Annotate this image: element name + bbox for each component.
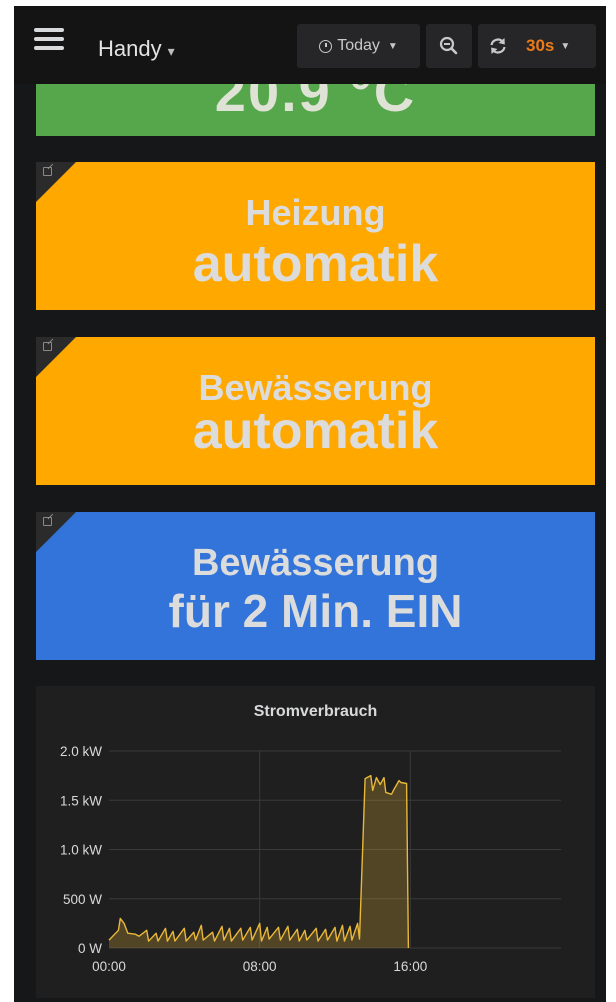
panel-value: automatik xyxy=(192,235,439,293)
irrigation-on-panel[interactable]: Bewässerung für 2 Min. EIN xyxy=(36,512,595,660)
x-tick-label: 00:00 xyxy=(92,959,126,974)
temperature-panel: 20.9 °C xyxy=(36,84,595,136)
refresh-icon[interactable] xyxy=(478,36,518,56)
heating-mode-panel[interactable]: Heizung automatik xyxy=(36,162,595,310)
panel-label: Bewässerung xyxy=(191,542,440,584)
y-tick-label: 0 W xyxy=(78,941,102,956)
time-range-picker[interactable]: Today ▼ xyxy=(297,24,420,68)
chevron-down-icon: ▼ xyxy=(387,40,398,52)
refresh-picker[interactable]: 30s ▼ xyxy=(478,24,596,68)
dashboard-title-dropdown[interactable]: Handy ▾ xyxy=(98,36,175,62)
dashboard-frame: Handy ▾ Today ▼ 30s ▼ 20.9 °C Heizung au… xyxy=(14,6,606,1002)
chevron-down-icon: ▼ xyxy=(560,40,571,52)
time-range-label: Today xyxy=(337,37,380,54)
top-navbar: Handy ▾ Today ▼ 30s ▼ xyxy=(14,6,606,84)
x-tick-label: 08:00 xyxy=(243,959,277,974)
y-tick-label: 1.5 kW xyxy=(60,793,102,808)
zoom-out-button[interactable] xyxy=(426,24,472,68)
irrigation-mode-panel[interactable]: Bewässerung automatik xyxy=(36,337,595,485)
refresh-interval: 30s xyxy=(526,36,555,55)
panel-value: automatik xyxy=(192,402,439,460)
external-link-icon[interactable] xyxy=(43,517,52,526)
y-tick-label: 500 W xyxy=(63,892,102,907)
zoom-out-icon xyxy=(439,36,458,55)
temperature-value: 20.9 °C xyxy=(214,84,417,123)
external-link-icon[interactable] xyxy=(43,167,52,176)
chevron-down-icon: ▾ xyxy=(167,43,175,59)
power-consumption-chart[interactable]: 0 W 500 W 1.0 kW 1.5 kW 2.0 kW 00:00 08:00 16:0… xyxy=(36,686,595,998)
dashboard-title: Handy xyxy=(98,36,162,61)
series-area xyxy=(109,775,409,948)
panel-label: Heizung xyxy=(245,192,386,233)
y-tick-label: 2.0 kW xyxy=(60,744,102,759)
power-consumption-panel: Stromverbrauch 0 W 500 W 1.0 kW 1.5 kW 2.0 k… xyxy=(36,686,595,998)
hamburger-menu-icon[interactable] xyxy=(34,28,64,50)
x-tick-label: 16:00 xyxy=(393,959,427,974)
panel-value: für 2 Min. EIN xyxy=(168,585,463,637)
clock-icon xyxy=(319,39,333,53)
external-link-icon[interactable] xyxy=(43,342,52,351)
y-tick-label: 1.0 kW xyxy=(60,843,102,858)
